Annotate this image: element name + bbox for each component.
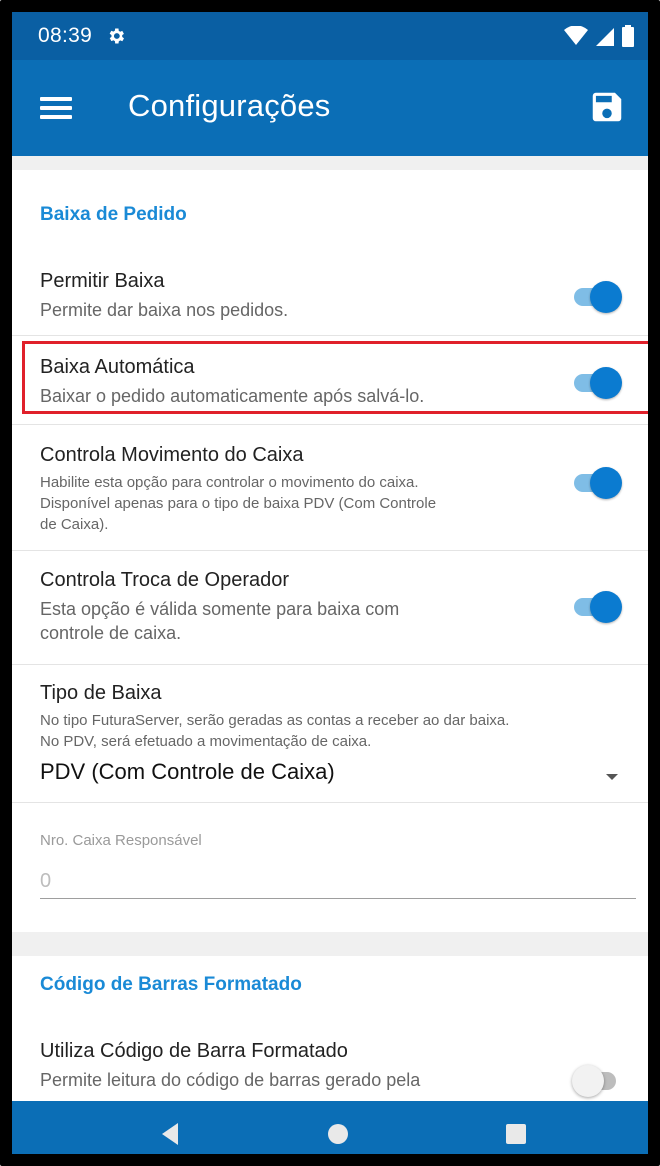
nro-caixa-underline	[40, 898, 636, 899]
pref-title: Utiliza Código de Barra Formatado	[40, 1040, 348, 1062]
pref-title: Baixa Automática	[40, 356, 195, 378]
page-title: Configurações	[128, 88, 331, 123]
recents-icon[interactable]	[506, 1124, 526, 1144]
utiliza-codigo-barra-toggle[interactable]	[572, 1064, 622, 1097]
phone-frame: 08:39 Configurações Baixa de Pedido Perm…	[0, 0, 660, 1166]
permitir-baixa-toggle[interactable]	[572, 280, 622, 313]
pref-tipo-baixa[interactable]: Tipo de Baixa No tipo FuturaServer, serã…	[12, 666, 648, 796]
pref-title: Controla Troca de Operador	[40, 569, 290, 591]
divider	[12, 802, 648, 803]
app-bar: Configurações	[12, 60, 648, 156]
section-title-codigo-barras: Código de Barras Formatado	[40, 974, 302, 995]
pref-subtitle-line2: Disponível apenas para o tipo de baixa P…	[40, 495, 437, 512]
pref-subtitle-line2: controle de caixa.	[40, 623, 182, 643]
pref-subtitle-line3: de Caixa).	[40, 516, 109, 533]
settings-card-codigo-barras: Código de Barras Formatado Utiliza Códig…	[12, 956, 648, 1101]
pref-title: Controla Movimento do Caixa	[40, 444, 304, 466]
save-icon[interactable]	[588, 88, 626, 126]
home-icon[interactable]	[328, 1124, 348, 1144]
pref-subtitle: Permite leitura do código de barras gera…	[40, 1070, 421, 1090]
pref-controla-troca[interactable]: Controla Troca de Operador Esta opção é …	[12, 552, 648, 662]
pref-controla-movimento[interactable]: Controla Movimento do Caixa Habilite est…	[12, 428, 648, 548]
pref-subtitle: Permite dar baixa nos pedidos.	[40, 300, 289, 320]
pref-subtitle: Baixar o pedido automaticamente após sal…	[40, 386, 425, 406]
pref-baixa-automatica[interactable]: Baixa Automática Baixar o pedido automat…	[12, 338, 648, 418]
pref-subtitle-line2: No PDV, será efetuado a movimentação de …	[40, 733, 372, 750]
divider	[12, 550, 648, 551]
pref-subtitle-line1: Habilite esta opção para controlar o mov…	[40, 474, 419, 491]
status-bar: 08:39	[12, 12, 648, 60]
battery-icon	[622, 25, 634, 47]
menu-icon[interactable]	[40, 97, 72, 119]
nro-caixa-label: Nro. Caixa Responsável	[40, 832, 202, 849]
divider	[12, 424, 648, 425]
pref-permitir-baixa[interactable]: Permitir Baixa Permite dar baixa nos ped…	[12, 252, 648, 332]
signal-icon	[596, 28, 614, 46]
wifi-icon	[564, 26, 588, 45]
status-time: 08:39	[38, 24, 93, 47]
tipo-baixa-select[interactable]: PDV (Com Controle de Caixa)	[40, 759, 335, 785]
baixa-automatica-toggle[interactable]	[572, 366, 622, 399]
divider	[12, 335, 648, 336]
navigation-bar	[12, 1101, 648, 1154]
gear-icon	[109, 28, 125, 44]
divider	[12, 664, 648, 665]
controla-troca-toggle[interactable]	[572, 590, 622, 623]
settings-content: Baixa de Pedido Permitir Baixa Permite d…	[12, 156, 648, 1101]
back-icon[interactable]	[162, 1123, 178, 1145]
section-title-baixa: Baixa de Pedido	[40, 204, 187, 225]
pref-title: Permitir Baixa	[40, 270, 165, 292]
nro-caixa-input[interactable]: 0	[40, 870, 51, 893]
chevron-down-icon[interactable]	[606, 774, 618, 780]
settings-card-baixa: Baixa de Pedido Permitir Baixa Permite d…	[12, 170, 648, 932]
controla-movimento-toggle[interactable]	[572, 466, 622, 499]
pref-utiliza-codigo-barra[interactable]: Utiliza Código de Barra Formatado Permit…	[12, 1020, 648, 1101]
status-icons	[564, 25, 634, 47]
pref-subtitle-line1: No tipo FuturaServer, serão geradas as c…	[40, 712, 510, 729]
pref-title: Tipo de Baixa	[40, 682, 162, 704]
pref-subtitle-line1: Esta opção é válida somente para baixa c…	[40, 599, 400, 619]
